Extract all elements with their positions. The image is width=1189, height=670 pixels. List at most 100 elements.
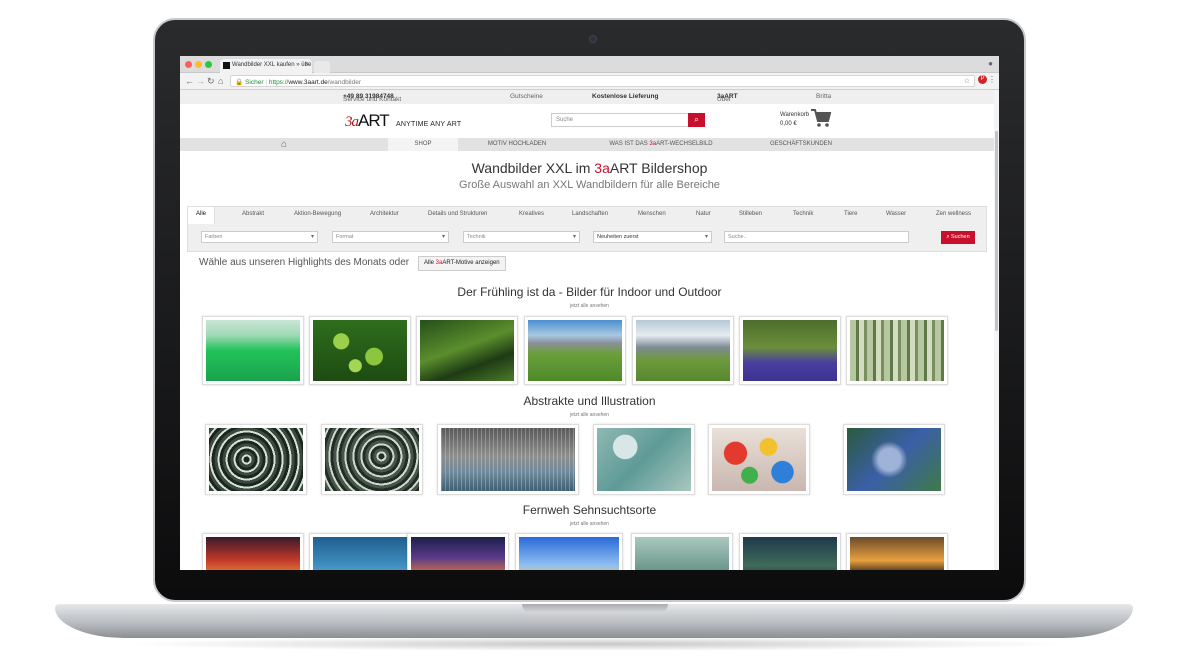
page-subtitle: Große Auswahl an XXL Wandbildern für all… — [459, 179, 720, 191]
see-all-link[interactable]: jetzt alle ansehen — [180, 303, 999, 309]
category-tab[interactable]: Wasser — [886, 211, 906, 217]
nav-motiv-hochladen[interactable]: MOTIV HOCHLADEN — [458, 138, 576, 151]
about-link[interactable]: Über 3aART — [717, 93, 738, 103]
chevron-down-icon: ▾ — [441, 234, 445, 240]
favicon-icon — [223, 62, 230, 69]
category-tab[interactable]: Architektur — [370, 211, 399, 217]
maximize-window-button[interactable] — [205, 61, 212, 68]
lock-icon: 🔒 — [235, 79, 244, 86]
chevron-down-icon: ▾ — [704, 234, 708, 240]
page-title: Wandbilder XXL im 3aART Bildershop — [471, 160, 708, 176]
home-icon[interactable]: ⌂ — [218, 76, 223, 86]
artwork-thumbnail[interactable] — [309, 316, 411, 385]
artwork-thumbnail[interactable] — [202, 316, 304, 385]
category-tab[interactable]: Zen wellness — [936, 211, 971, 217]
vouchers-link[interactable]: Gutscheine — [510, 93, 543, 100]
cart-icon[interactable] — [810, 108, 832, 128]
artwork-thumbnail[interactable] — [632, 316, 734, 385]
artwork-thumbnail[interactable] — [309, 533, 411, 570]
format-select[interactable]: Format ▾ — [332, 231, 449, 243]
chevron-down-icon: ▾ — [310, 234, 314, 240]
scrollbar-thumb[interactable] — [995, 131, 998, 331]
nav-home[interactable]: ⌂ — [180, 138, 388, 151]
url-scheme: https:// — [268, 79, 289, 86]
technique-select[interactable]: Technik ▾ — [463, 231, 580, 243]
artwork-thumbnail[interactable] — [739, 316, 841, 385]
site-topbar: Service und Kontakt +49 89 31984748 Guts… — [180, 90, 999, 104]
forward-icon[interactable]: → — [196, 76, 205, 86]
laptop-mockup: Wandbilder XXL kaufen » übe × ● ← → ↻ ⌂ … — [0, 0, 1189, 670]
site-header: 3aART ANYTIME ANY ART Suche ⌕ Warenkorb 0… — [180, 104, 999, 138]
tab-title: Wandbilder XXL kaufen » übe — [232, 62, 312, 68]
nav-wechselbild[interactable]: WAS IST DAS 3aART-WECHSELBILD — [576, 138, 746, 151]
sort-select[interactable]: Neuheiten zuerst ▾ — [593, 231, 712, 243]
artwork-thumbnail[interactable] — [202, 533, 304, 570]
browser-tab[interactable]: Wandbilder XXL kaufen » übe × — [220, 59, 312, 73]
webcam — [589, 35, 597, 43]
tab-close-icon[interactable]: × — [305, 61, 309, 68]
filter-panel: Alle Abstrakt Aktion-Bewegung Architektu… — [187, 206, 987, 252]
category-tab[interactable]: Technik — [793, 211, 813, 217]
highlights-text: Wähle aus unseren Highlights des Monats … — [199, 257, 410, 268]
address-bar[interactable]: 🔒 Sicher | https://www.3aart.de/wandbilde… — [230, 75, 975, 87]
nav-shop[interactable]: SHOP — [388, 138, 458, 151]
cart-summary[interactable]: Warenkorb 0,00 € — [780, 111, 809, 129]
artwork-thumbnail[interactable] — [708, 424, 810, 495]
nav-geschaeftskunden[interactable]: GESCHÄFTSKUNDEN — [746, 138, 856, 151]
see-all-link[interactable]: jetzt alle ansehen — [180, 521, 999, 527]
home-icon: ⌂ — [280, 139, 288, 150]
site-logo[interactable]: 3aART — [345, 111, 390, 131]
new-tab-button[interactable] — [314, 61, 330, 73]
category-tab[interactable]: Natur — [696, 211, 711, 217]
browser-window: Wandbilder XXL kaufen » übe × ● ← → ↻ ⌂ … — [180, 56, 999, 570]
artwork-thumbnail[interactable] — [321, 424, 423, 495]
see-all-link[interactable]: jetzt alle ansehen — [180, 412, 999, 418]
service-contact[interactable]: Service und Kontakt +49 89 31984748 — [343, 93, 401, 103]
back-icon[interactable]: ← — [185, 76, 194, 86]
category-tabs: Alle Abstrakt Aktion-Bewegung Architektu… — [188, 207, 986, 224]
artwork-thumbnail[interactable] — [846, 316, 948, 385]
artwork-thumbnail[interactable] — [407, 533, 509, 570]
category-tab[interactable]: Details und Strukturen — [428, 211, 487, 217]
profile-icon[interactable]: ● — [988, 59, 993, 68]
artwork-thumbnail[interactable] — [524, 316, 626, 385]
color-select[interactable]: Farben ▾ — [201, 231, 318, 243]
main-navigation: ⌂ SHOP MOTIV HOCHLADEN WAS IST DAS 3aART… — [180, 138, 999, 151]
artwork-thumbnail[interactable] — [593, 424, 695, 495]
category-tab[interactable]: Kreatives — [519, 211, 544, 217]
artwork-thumbnail[interactable] — [843, 424, 945, 495]
reload-icon[interactable]: ↻ — [207, 76, 215, 86]
filter-search-button[interactable]: ⌕ Suchen — [941, 231, 975, 244]
free-delivery-label: Kostenlose Lieferung — [592, 93, 659, 100]
section-title: Abstrakte und Illustration — [523, 394, 656, 408]
search-icon: ⌕ — [694, 115, 699, 124]
chevron-down-icon: ▾ — [572, 234, 576, 240]
category-tab[interactable]: Landschaften — [572, 211, 608, 217]
artwork-thumbnail[interactable] — [631, 533, 733, 570]
page-scrollbar[interactable] — [994, 91, 999, 570]
artwork-thumbnail[interactable] — [437, 424, 579, 495]
pinterest-icon[interactable]: P — [978, 75, 987, 84]
close-window-button[interactable] — [185, 61, 192, 68]
search-input[interactable]: Suche — [551, 113, 689, 127]
user-menu[interactable]: Britta — [816, 93, 831, 100]
artwork-thumbnail[interactable] — [205, 424, 307, 495]
category-tab[interactable]: Tiere — [844, 211, 857, 217]
artwork-thumbnail[interactable] — [739, 533, 841, 570]
bookmark-star-icon[interactable]: ☆ — [964, 77, 970, 85]
artwork-thumbnail[interactable] — [416, 316, 518, 385]
category-tab[interactable]: Aktion-Bewegung — [294, 211, 341, 217]
artwork-thumbnail[interactable] — [515, 533, 623, 570]
category-tab[interactable]: Abstrakt — [242, 211, 264, 217]
minimize-window-button[interactable] — [195, 61, 202, 68]
show-all-motifs-button[interactable]: Alle 3aART-Motive anzeigen — [418, 256, 506, 271]
browser-menu-icon[interactable]: ⋮ — [988, 75, 996, 84]
artwork-thumbnail[interactable] — [846, 533, 948, 570]
category-tab[interactable]: Menschen — [638, 211, 666, 217]
browser-tabbar: Wandbilder XXL kaufen » übe × ● — [180, 56, 999, 73]
filter-search-input[interactable]: Suche.. — [724, 231, 909, 243]
category-tab[interactable]: Alle — [188, 207, 216, 224]
laptop-notch — [522, 604, 668, 613]
search-button[interactable]: ⌕ — [688, 113, 705, 127]
category-tab[interactable]: Stilleben — [739, 211, 762, 217]
